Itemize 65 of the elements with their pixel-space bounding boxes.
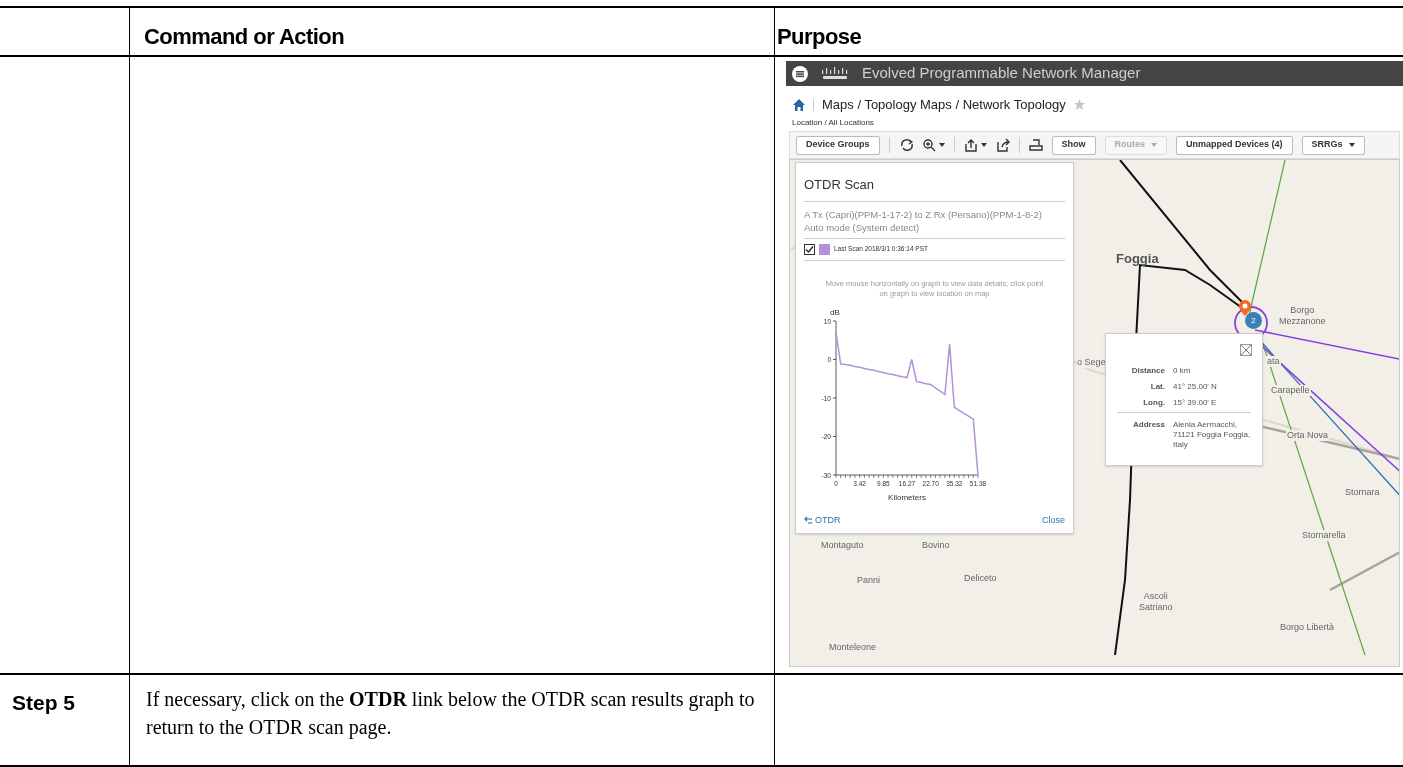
close-button[interactable] (1240, 344, 1252, 356)
scan-mode: Auto mode (System detect) (804, 220, 921, 234)
print-icon (1028, 138, 1043, 152)
step-instruction: If necessary, click on the OTDR link below the OTDR scan results graph to return to the OTDR scan page. (146, 687, 756, 741)
app-title: Evolved Programmable Network Manager (862, 63, 1141, 84)
x-axis-label: Kilometers (888, 492, 926, 502)
map-place-label: Deliceto (963, 573, 998, 584)
toolbar-button[interactable]: Show (1051, 135, 1096, 155)
close-link[interactable]: Close (1042, 513, 1065, 527)
map-place-label: Foggia (1116, 253, 1159, 264)
toolbar-icon-button[interactable] (995, 138, 1010, 152)
map-place-label: Stornarella (1301, 530, 1347, 541)
toolbar-icon-button[interactable] (963, 138, 987, 152)
close-icon (1240, 344, 1252, 356)
panel-title: OTDR Scan (804, 163, 1065, 202)
field-value: 15° 39.00' E (1173, 398, 1218, 408)
toolbar-button[interactable]: Unmapped Devices (4) (1176, 135, 1293, 155)
toolbar-button[interactable]: SRRGs (1301, 135, 1365, 155)
column-header: Purpose (777, 24, 862, 49)
back-arrow-icon (804, 516, 812, 525)
toolbar-icon-button[interactable] (898, 138, 913, 152)
y-axis-label: dB (830, 307, 840, 317)
caret-icon (1151, 143, 1158, 147)
home-icon (793, 98, 805, 111)
cluster-marker[interactable]: 2 (1245, 312, 1262, 329)
field-label: Lat. (1149, 382, 1165, 392)
caret-icon (938, 143, 945, 147)
caret-icon (1348, 143, 1355, 147)
map-place-label: Orta Nova (1286, 430, 1329, 441)
map-place-label: Montaguto (820, 540, 865, 551)
refresh-icon (898, 138, 913, 152)
menu-icon (792, 65, 808, 82)
field-label: Address (1132, 420, 1165, 431)
logo-icon (820, 66, 850, 81)
checkbox[interactable] (804, 243, 815, 255)
toolbar-button[interactable]: Device Groups (796, 135, 880, 155)
toolbar-icon-button[interactable] (1028, 138, 1043, 152)
share-icon (995, 138, 1010, 152)
map-pin-icon (1239, 300, 1251, 316)
map-place-label: Borgo Mezzanone (1278, 305, 1327, 327)
map-place-label: Monteleone (828, 642, 878, 653)
column-header: Command or Action (144, 24, 345, 49)
field-value: 0 km (1173, 366, 1192, 376)
map-place-label: Stornara (1344, 487, 1381, 498)
location-label: Location / All Locations (791, 117, 875, 129)
zoom-icon (921, 138, 936, 152)
export-icon (963, 138, 978, 152)
link-description: A Tx (Capri)(PPM-1-17-2) to Z Rx (Persano)(PPM-1-8-2) (804, 207, 1043, 221)
field-value: Alenia Aermacchi, 71121 Foggia Foggia, Italy (1173, 420, 1251, 450)
field-label: Long. (1142, 398, 1165, 408)
field-label: Distance (1130, 366, 1165, 376)
map-place-label: Bovino (921, 540, 951, 551)
map-place-label: Ascoli Satriano (1138, 591, 1174, 613)
field-value: 41° 25.00' N (1173, 382, 1218, 392)
step-label: Step 5 (12, 691, 76, 714)
caret-icon (980, 143, 987, 147)
breadcrumb: Maps / Topology Maps / Network Topology (822, 95, 1066, 114)
map-place-label: Panni (856, 575, 882, 586)
map-place-label: Carapelle (1270, 385, 1311, 396)
map-place-label: o Sege (1076, 357, 1107, 368)
check-icon (805, 244, 814, 254)
map-place-label: ata (1266, 356, 1281, 367)
otdr-back-link[interactable]: OTDR (804, 513, 841, 527)
toolbar-icon-button[interactable] (921, 138, 945, 152)
map-place-label: Borgo Libertà (1279, 622, 1336, 633)
